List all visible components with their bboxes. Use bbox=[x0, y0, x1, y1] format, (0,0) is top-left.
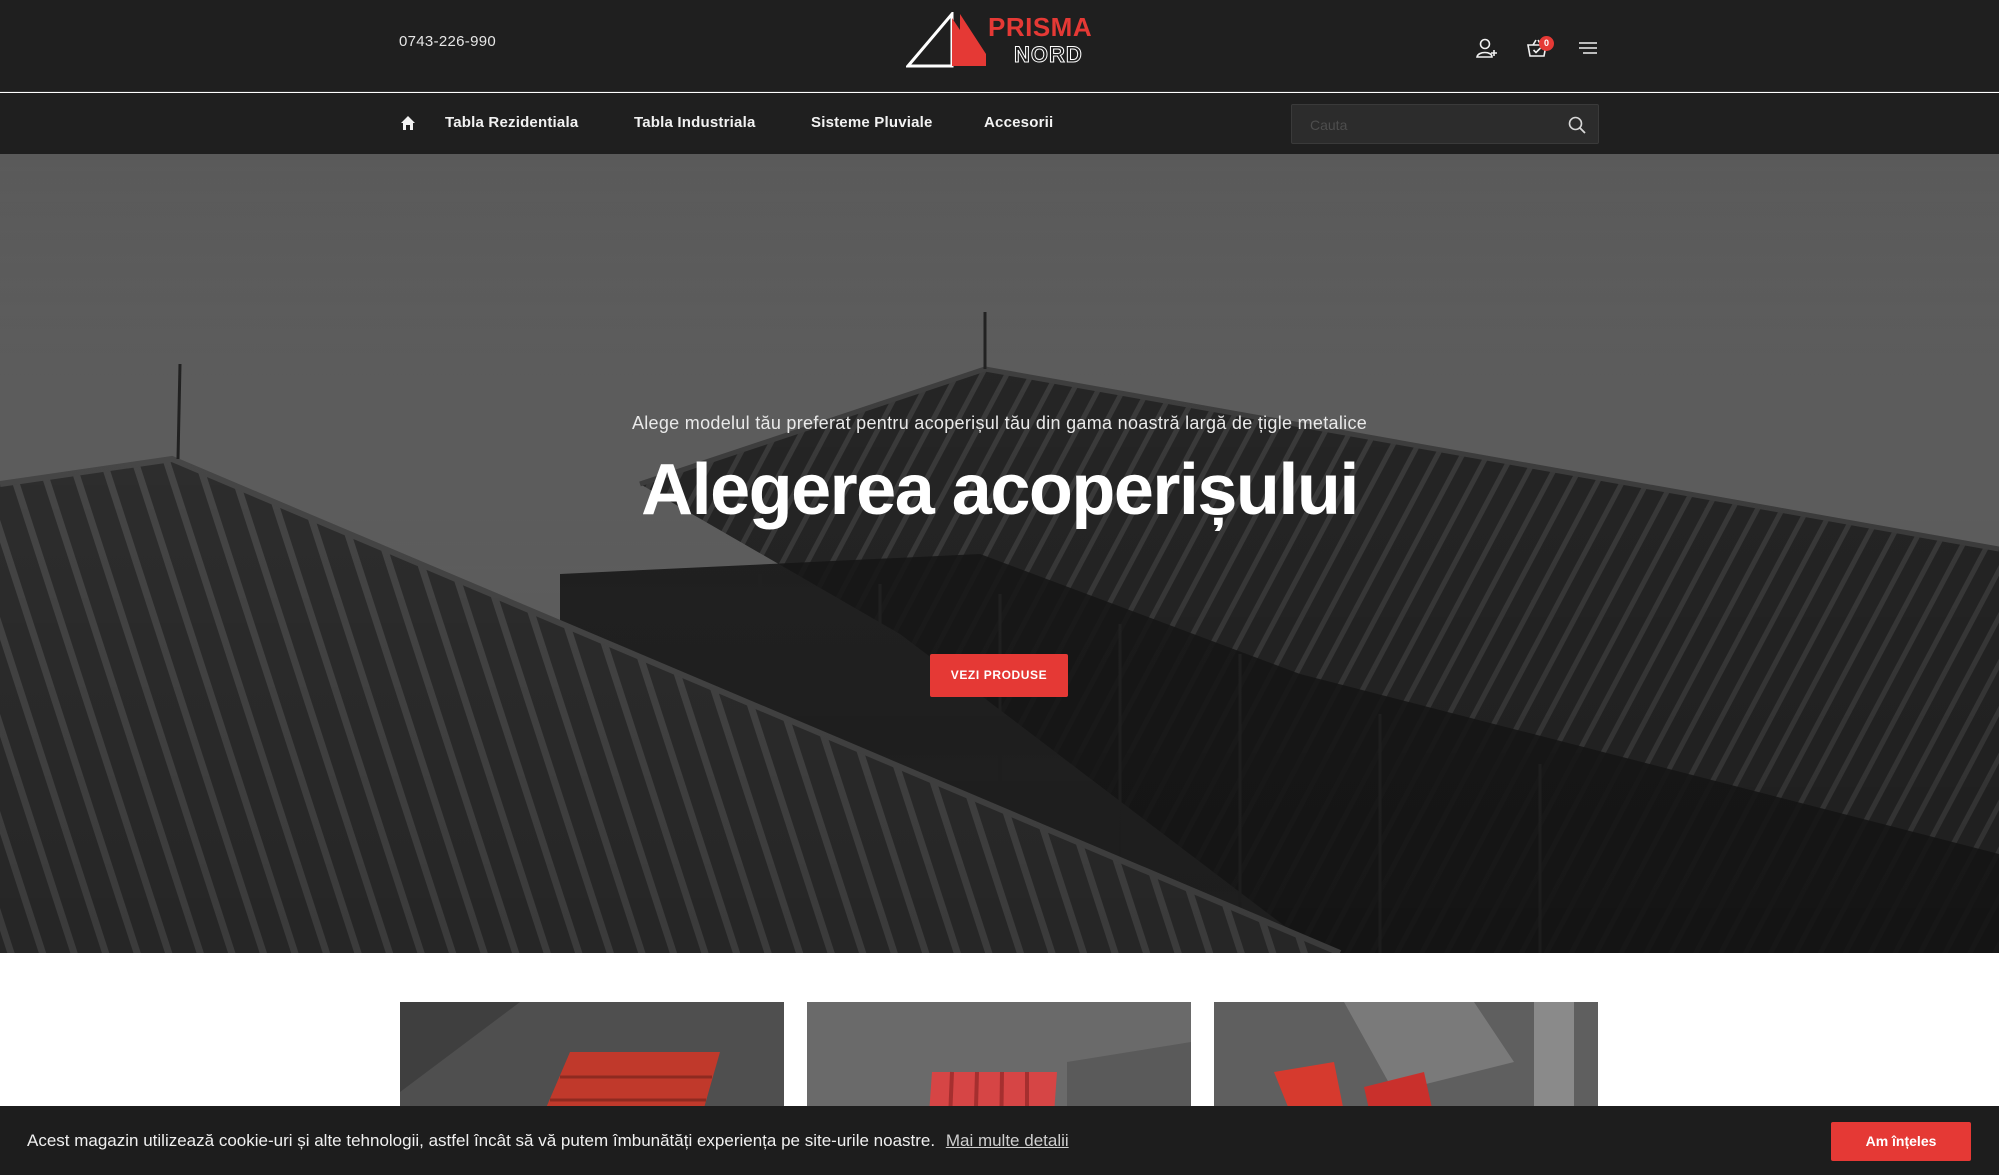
cookie-message-text: Acest magazin utilizează cookie-uri și a… bbox=[27, 1131, 936, 1150]
hero-title: Alegerea acoperișului bbox=[641, 450, 1359, 530]
user-add-icon[interactable] bbox=[1475, 36, 1499, 60]
search-icon[interactable] bbox=[1567, 115, 1587, 135]
search-input[interactable] bbox=[1310, 114, 1550, 136]
home-icon[interactable] bbox=[400, 115, 416, 131]
logo-text-prisma: PRISMA bbox=[988, 12, 1093, 42]
cart-count-badge: 0 bbox=[1539, 36, 1554, 51]
view-products-button[interactable]: VEZI PRODUSE bbox=[930, 654, 1068, 697]
nav-item-tabla-rezidentiala[interactable]: Tabla Rezidentiala bbox=[445, 114, 578, 131]
cookie-more-details-link[interactable]: Mai multe detalii bbox=[946, 1131, 1069, 1150]
logo-roof-icon bbox=[906, 12, 986, 68]
hero-banner: Alege modelul tău preferat pentru acoper… bbox=[0, 154, 1999, 953]
nav-item-sisteme-pluviale[interactable]: Sisteme Pluviale bbox=[811, 114, 933, 131]
nav-item-accesorii[interactable]: Accesorii bbox=[984, 114, 1053, 131]
main-navigation: Tabla Rezidentiala Tabla Industriala Sis… bbox=[0, 93, 1999, 154]
cookie-message: Acest magazin utilizează cookie-uri și a… bbox=[27, 1131, 1069, 1151]
cookie-consent-bar: Acest magazin utilizează cookie-uri și a… bbox=[0, 1106, 1999, 1175]
nav-item-tabla-industriala[interactable]: Tabla Industriala bbox=[634, 114, 755, 131]
cookie-accept-button[interactable]: Am înțeles bbox=[1831, 1122, 1971, 1161]
menu-icon[interactable] bbox=[1576, 36, 1600, 60]
hero-subtitle: Alege modelul tău preferat pentru acoper… bbox=[631, 413, 1368, 433]
site-logo[interactable]: PRISMA NORD bbox=[906, 12, 1092, 70]
top-header: 0743-226-990 PRISMA NORD 0 bbox=[0, 0, 1999, 92]
search-bar bbox=[1291, 104, 1599, 144]
logo-text-nord: NORD bbox=[1014, 42, 1083, 68]
hero-roof-image bbox=[0, 154, 1999, 953]
phone-number[interactable]: 0743-226-990 bbox=[399, 33, 496, 50]
